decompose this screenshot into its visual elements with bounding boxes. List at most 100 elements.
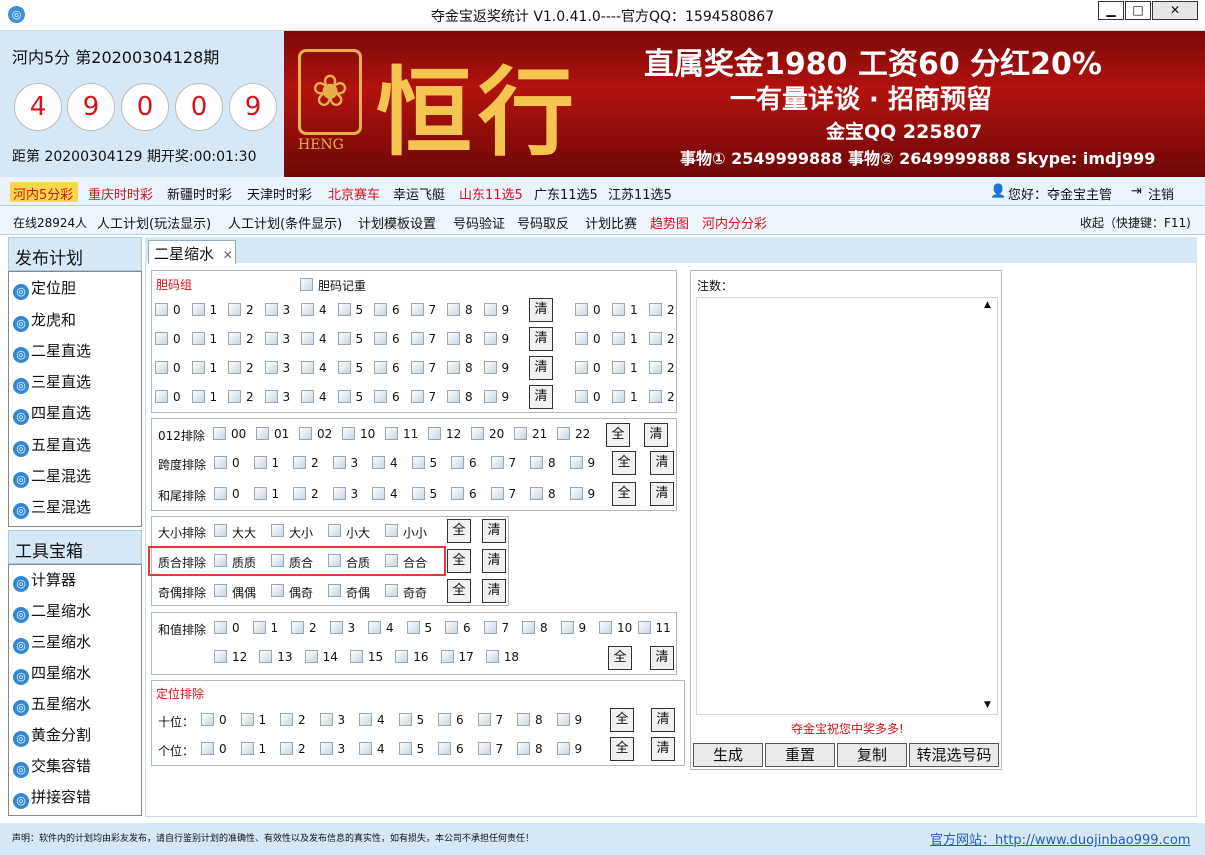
- digit-checkbox[interactable]: [517, 713, 530, 726]
- clear-button[interactable]: 清: [529, 327, 553, 351]
- website-link[interactable]: 官方网站：http://www.duojinbao999.com: [930, 829, 1190, 848]
- digit-checkbox[interactable]: [332, 456, 346, 469]
- menu-item[interactable]: ◎ 拼接容错: [13, 785, 91, 809]
- digit-checkbox[interactable]: [556, 713, 570, 726]
- digit-checkbox[interactable]: [253, 487, 267, 500]
- tool-link[interactable]: 号码验证: [453, 213, 505, 232]
- digit-checkbox[interactable]: [214, 621, 227, 634]
- digit-checkbox[interactable]: [447, 390, 460, 403]
- collapse-link[interactable]: 收起（快捷键：F11): [1080, 214, 1191, 231]
- clear-button[interactable]: 清: [529, 385, 553, 409]
- menu-item[interactable]: ◎ 定位胆: [13, 276, 76, 300]
- digit-checkbox[interactable]: [264, 332, 278, 345]
- digit-checkbox[interactable]: [612, 303, 625, 316]
- digit-checkbox[interactable]: [155, 361, 168, 374]
- select-all-button[interactable]: 全: [612, 451, 636, 475]
- digit-checkbox[interactable]: [649, 332, 662, 345]
- digit-checkbox[interactable]: [411, 487, 425, 500]
- digit-checkbox[interactable]: [483, 621, 497, 634]
- digit-checkbox[interactable]: [201, 713, 214, 726]
- digit-checkbox[interactable]: [410, 361, 424, 374]
- menu-item[interactable]: ◎ 二星直选: [13, 339, 91, 363]
- digit-checkbox[interactable]: [337, 361, 351, 374]
- digit-checkbox[interactable]: [319, 742, 333, 755]
- digit-checkbox[interactable]: [329, 621, 343, 634]
- digit-checkbox[interactable]: [201, 742, 214, 755]
- generate-button[interactable]: 生成: [693, 743, 763, 767]
- digit-checkbox[interactable]: [447, 303, 460, 316]
- digit-checkbox[interactable]: [447, 361, 460, 374]
- menu-item[interactable]: ◎ 四星缩水: [13, 661, 91, 685]
- select-all-button[interactable]: 全: [610, 708, 634, 732]
- option-checkbox[interactable]: [213, 427, 226, 440]
- option-checkbox[interactable]: [342, 427, 355, 440]
- digit-checkbox[interactable]: [490, 456, 504, 469]
- digit-checkbox[interactable]: [410, 332, 424, 345]
- convert-mixed-button[interactable]: 转混选号码: [909, 743, 999, 767]
- digit-checkbox[interactable]: [155, 332, 168, 345]
- option-checkbox[interactable]: [428, 427, 441, 440]
- logout-link[interactable]: 注销: [1148, 184, 1174, 203]
- digit-checkbox[interactable]: [530, 456, 543, 469]
- digit-checkbox[interactable]: [291, 621, 304, 634]
- digit-checkbox[interactable]: [374, 390, 387, 403]
- select-all-button[interactable]: 全: [447, 549, 471, 573]
- digit-checkbox[interactable]: [228, 361, 241, 374]
- menu-item[interactable]: ◎ 计算器: [13, 568, 76, 592]
- digit-checkbox[interactable]: [530, 487, 543, 500]
- digit-checkbox[interactable]: [337, 332, 351, 345]
- clear-button[interactable]: 清: [650, 646, 674, 670]
- digit-checkbox[interactable]: [410, 303, 424, 316]
- digit-checkbox[interactable]: [612, 390, 625, 403]
- digit-checkbox[interactable]: [301, 303, 314, 316]
- digit-checkbox[interactable]: [214, 456, 227, 469]
- close-icon[interactable]: ✕: [223, 248, 233, 262]
- digit-checkbox[interactable]: [374, 332, 387, 345]
- digit-checkbox[interactable]: [483, 390, 497, 403]
- tab-two-star-shrink[interactable]: 二星缩水 ✕: [148, 240, 236, 264]
- copy-button[interactable]: 复制: [837, 743, 907, 767]
- tool-link[interactable]: 计划模板设置: [358, 213, 436, 232]
- menu-item[interactable]: ◎ 三星混选: [13, 495, 91, 519]
- option-checkbox[interactable]: [328, 584, 341, 597]
- select-all-button[interactable]: 全: [606, 423, 630, 447]
- menu-item[interactable]: ◎ 五星缩水: [13, 692, 91, 716]
- digit-checkbox[interactable]: [599, 621, 612, 634]
- digit-checkbox[interactable]: [359, 713, 372, 726]
- digit-checkbox[interactable]: [522, 621, 535, 634]
- digit-checkbox[interactable]: [477, 742, 491, 755]
- digit-checkbox[interactable]: [575, 361, 588, 374]
- digit-checkbox[interactable]: [374, 361, 387, 374]
- digit-checkbox[interactable]: [293, 456, 306, 469]
- option-checkbox[interactable]: [256, 427, 269, 440]
- option-checkbox[interactable]: [385, 427, 398, 440]
- lottery-tab[interactable]: 河内5分彩: [13, 184, 73, 203]
- select-all-button[interactable]: 全: [608, 646, 632, 670]
- digit-checkbox[interactable]: [301, 332, 314, 345]
- lottery-tab[interactable]: 江苏11选5: [608, 184, 672, 203]
- ad-banner[interactable]: ❀ HENG 恒行 直属奖金1980 工资60 分红20% 一有量详谈 · 招商…: [284, 31, 1205, 177]
- digit-checkbox[interactable]: [395, 650, 409, 663]
- digit-checkbox[interactable]: [264, 390, 278, 403]
- digit-checkbox[interactable]: [240, 742, 254, 755]
- option-checkbox[interactable]: [271, 524, 284, 537]
- tool-link[interactable]: 号码取反: [517, 213, 569, 232]
- tool-link[interactable]: 趋势图: [650, 213, 689, 232]
- digit-checkbox[interactable]: [304, 650, 318, 663]
- tool-link[interactable]: 人工计划(条件显示): [228, 213, 342, 232]
- digit-checkbox[interactable]: [332, 487, 346, 500]
- digit-checkbox[interactable]: [649, 361, 662, 374]
- digit-checkbox[interactable]: [637, 621, 651, 634]
- select-all-button[interactable]: 全: [447, 579, 471, 603]
- digit-checkbox[interactable]: [214, 487, 227, 500]
- digit-checkbox[interactable]: [252, 621, 266, 634]
- menu-item[interactable]: ◎ 四星直选: [13, 401, 91, 425]
- digit-checkbox[interactable]: [447, 332, 460, 345]
- output-textarea[interactable]: ▲ ▼: [696, 297, 998, 715]
- digit-checkbox[interactable]: [228, 303, 241, 316]
- digit-checkbox[interactable]: [438, 742, 451, 755]
- lottery-tab[interactable]: 广东11选5: [534, 184, 598, 203]
- digit-checkbox[interactable]: [483, 332, 497, 345]
- select-all-button[interactable]: 全: [612, 482, 636, 506]
- option-checkbox[interactable]: [299, 427, 312, 440]
